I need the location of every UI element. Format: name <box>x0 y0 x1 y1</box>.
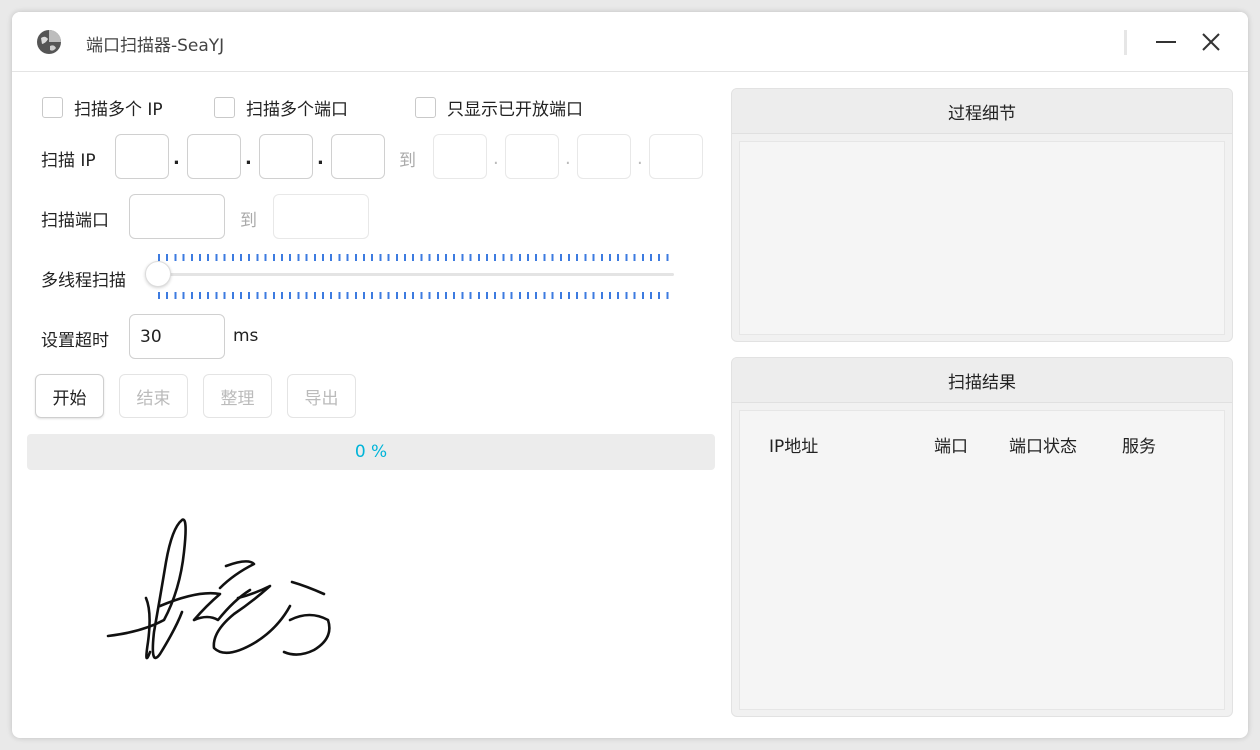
ip-dot: . <box>493 148 499 169</box>
column-header-port-status[interactable]: 端口状态 <box>1009 432 1077 457</box>
threads-slider-track[interactable] <box>158 273 674 276</box>
ip-dot: . <box>565 148 571 169</box>
arrange-button[interactable]: 整理 <box>203 374 272 418</box>
ip-to-label: 到 <box>399 151 416 171</box>
details-log-area[interactable] <box>739 141 1225 335</box>
ip-from-octet-4[interactable] <box>331 134 385 179</box>
column-header-service[interactable]: 服务 <box>1122 432 1156 457</box>
checkbox-box[interactable] <box>42 96 63 118</box>
ip-from-octet-3[interactable] <box>259 134 313 179</box>
ip-dot: . <box>637 148 643 169</box>
ip-to-octet-1[interactable] <box>433 134 487 179</box>
ip-to-octet-2[interactable] <box>505 134 559 179</box>
app-logo-icon <box>37 30 61 54</box>
scan-port-label: 扫描端口 <box>41 211 109 231</box>
port-to-label: 到 <box>240 211 257 231</box>
signature-image <box>106 518 331 660</box>
timeout-label: 设置超时 <box>41 331 109 351</box>
multi-port-label: 扫描多个端口 <box>246 99 348 120</box>
checkbox-box[interactable] <box>415 96 436 118</box>
ip-from-octet-2[interactable] <box>187 134 241 179</box>
close-icon[interactable] <box>1197 28 1225 56</box>
minimize-icon[interactable] <box>1152 28 1180 56</box>
only-open-checkbox[interactable]: 只显示已开放端口 <box>415 95 583 120</box>
multi-ip-label: 扫描多个 IP <box>74 99 163 120</box>
timeout-unit: ms <box>233 326 259 346</box>
slider-ticks-bottom <box>158 292 674 299</box>
results-panel: 扫描结果 <box>731 357 1233 717</box>
title-bar[interactable]: 端口扫描器-SeaYJ <box>12 12 1248 72</box>
threads-label: 多线程扫描 <box>41 271 126 291</box>
port-end-input[interactable] <box>273 194 369 239</box>
ip-dot: . <box>245 148 252 169</box>
only-open-label: 只显示已开放端口 <box>447 99 583 120</box>
details-panel-title: 过程细节 <box>732 89 1232 134</box>
column-header-ip[interactable]: IP地址 <box>769 432 818 457</box>
titlebar-divider <box>1124 30 1127 55</box>
ip-dot: . <box>173 148 180 169</box>
progress-text: 0 % <box>354 442 388 462</box>
scan-progress-bar: 0 % <box>27 434 715 470</box>
start-button[interactable]: 开始 <box>35 374 104 418</box>
export-button[interactable]: 导出 <box>287 374 356 418</box>
ip-to-octet-4[interactable] <box>649 134 703 179</box>
scan-ip-label: 扫描 IP <box>41 151 96 171</box>
multi-ip-checkbox[interactable]: 扫描多个 IP <box>42 95 163 120</box>
window-title: 端口扫描器-SeaYJ <box>86 36 225 56</box>
timeout-input[interactable] <box>129 314 225 359</box>
multi-port-checkbox[interactable]: 扫描多个端口 <box>214 95 348 120</box>
checkbox-box[interactable] <box>214 96 235 118</box>
ip-dot: . <box>317 148 324 169</box>
stop-button[interactable]: 结束 <box>119 374 188 418</box>
ip-to-octet-3[interactable] <box>577 134 631 179</box>
column-header-port[interactable]: 端口 <box>934 432 968 457</box>
main-window: 端口扫描器-SeaYJ 扫描多个 IP 扫描多个端口 只显示已开放端口 扫描 I… <box>12 12 1248 738</box>
slider-ticks-top <box>158 254 674 261</box>
results-panel-title: 扫描结果 <box>732 358 1232 403</box>
port-from-input[interactable] <box>129 194 225 239</box>
ip-from-octet-1[interactable] <box>115 134 169 179</box>
threads-slider-thumb[interactable] <box>145 261 171 287</box>
details-panel: 过程细节 <box>731 88 1233 342</box>
